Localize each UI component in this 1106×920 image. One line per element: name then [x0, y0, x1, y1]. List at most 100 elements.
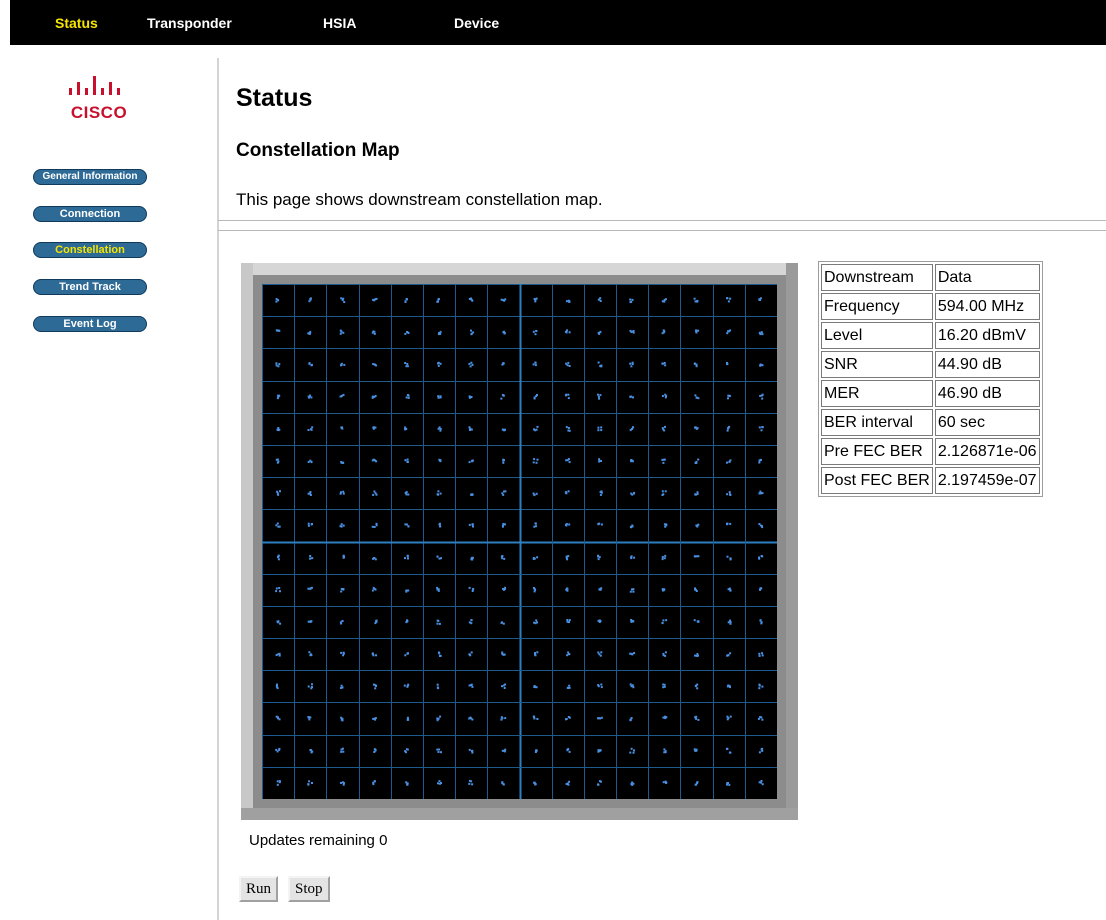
constellation-point: [564, 329, 571, 334]
constellation-point: [502, 330, 506, 335]
constellation-point: [276, 780, 281, 786]
sidebar-item-trend-track[interactable]: Trend Track: [33, 279, 147, 295]
page-title: Status: [236, 84, 313, 112]
constellation-point: [501, 748, 507, 753]
constellation-point: [438, 458, 442, 463]
constellation-point: [404, 298, 408, 303]
sidebar-item-constellation[interactable]: Constellation: [33, 242, 147, 258]
constellation-point: [727, 394, 731, 400]
top-nav-transponder[interactable]: Transponder: [147, 15, 232, 31]
constellation-point: [436, 298, 440, 303]
constellation-point: [597, 330, 602, 335]
constellation-point: [372, 717, 377, 721]
constellation-point: [759, 393, 764, 400]
constellation-point: [339, 329, 345, 335]
constellation-point: [276, 394, 281, 400]
constellation-point: [758, 458, 762, 464]
constellation-point: [501, 428, 506, 432]
top-nav-hsia[interactable]: HSIA: [323, 15, 356, 31]
constellation-point: [340, 684, 344, 689]
constellation-point: [340, 461, 345, 464]
constellation-point: [468, 748, 474, 754]
constellation-point: [532, 361, 537, 367]
constellation-point: [629, 652, 636, 656]
constellation-point: [726, 459, 732, 464]
top-nav-device[interactable]: Device: [454, 15, 499, 31]
constellation-point: [275, 522, 281, 528]
constellation-point: [630, 491, 636, 496]
constellation-point: [468, 716, 474, 721]
constellation-point: [726, 555, 732, 561]
constellation-point: [371, 522, 378, 528]
constellation-point: [405, 781, 409, 786]
constellation-point: [371, 330, 376, 335]
constellation-point: [598, 587, 603, 591]
constellation-point: [276, 427, 281, 432]
constellation-point: [307, 330, 312, 335]
constellation-point: [468, 297, 474, 302]
constellation-point: [727, 619, 732, 625]
constellation-point: [372, 490, 378, 496]
constellation-point: [694, 426, 699, 430]
table-row: MER 46.90 dB: [821, 380, 1040, 407]
constellation-point: [597, 780, 602, 786]
constellation-point: [275, 298, 280, 303]
constellation-point: [566, 651, 571, 657]
constellation-point: [307, 491, 312, 496]
sidebar-item-general-information[interactable]: General Information: [33, 169, 147, 185]
page-description: This page shows downstream constellation…: [236, 190, 603, 209]
table-row: Downstream Data: [821, 264, 1040, 291]
constellation-point: [758, 523, 764, 529]
constellation-point: [533, 685, 538, 689]
constellation-point: [726, 362, 729, 366]
stat-value: 594.00 MHz: [934, 293, 1040, 320]
constellation-point: [661, 588, 666, 592]
constellation-point: [694, 715, 700, 721]
constellation-point: [533, 425, 539, 432]
stat-value: 60 sec: [934, 409, 1040, 436]
constellation-point: [662, 683, 666, 689]
constellation-point: [532, 458, 539, 464]
constellation-point: [339, 523, 345, 528]
constellation-point: [340, 781, 345, 786]
constellation-point: [371, 586, 377, 592]
constellation-point: [694, 394, 700, 400]
constellation-point: [372, 297, 378, 302]
constellation-point: [630, 781, 635, 786]
constellation-point: [277, 554, 280, 561]
constellation-point: [307, 459, 313, 464]
constellation-point: [533, 394, 538, 400]
constellation-point: [307, 522, 313, 527]
constellation-point: [758, 426, 764, 432]
constellation-point: [372, 557, 377, 561]
constellation-point: [565, 361, 571, 367]
constellation-point: [405, 589, 410, 593]
constellation-point: [436, 555, 442, 560]
constellation-point: [758, 555, 764, 560]
sidebar-item-event-log[interactable]: Event Log: [33, 316, 147, 332]
constellation-point: [662, 651, 667, 657]
run-button[interactable]: Run: [239, 876, 279, 902]
constellation-point: [564, 523, 571, 527]
constellation-point: [565, 426, 571, 432]
constellation-point: [758, 652, 764, 657]
constellation-point: [630, 555, 636, 560]
constellation-point: [468, 779, 474, 786]
sidebar-item-connection[interactable]: Connection: [33, 206, 147, 222]
constellation-point: [693, 362, 698, 368]
constellation-point: [726, 782, 731, 786]
cisco-logo-text: CISCO: [70, 103, 128, 122]
top-nav-status[interactable]: Status: [55, 15, 98, 31]
constellation-point: [661, 490, 667, 496]
divider-top: [218, 220, 1106, 221]
constellation-point: [436, 619, 441, 625]
constellation-point: [437, 780, 442, 785]
constellation-point: [726, 522, 732, 526]
constellation-point: [629, 588, 635, 593]
constellation-point: [404, 331, 410, 335]
constellation-point: [307, 394, 313, 399]
constellation-point: [564, 490, 570, 495]
constellation-point: [470, 556, 474, 561]
constellation-point: [759, 587, 763, 591]
stop-button[interactable]: Stop: [288, 876, 330, 902]
